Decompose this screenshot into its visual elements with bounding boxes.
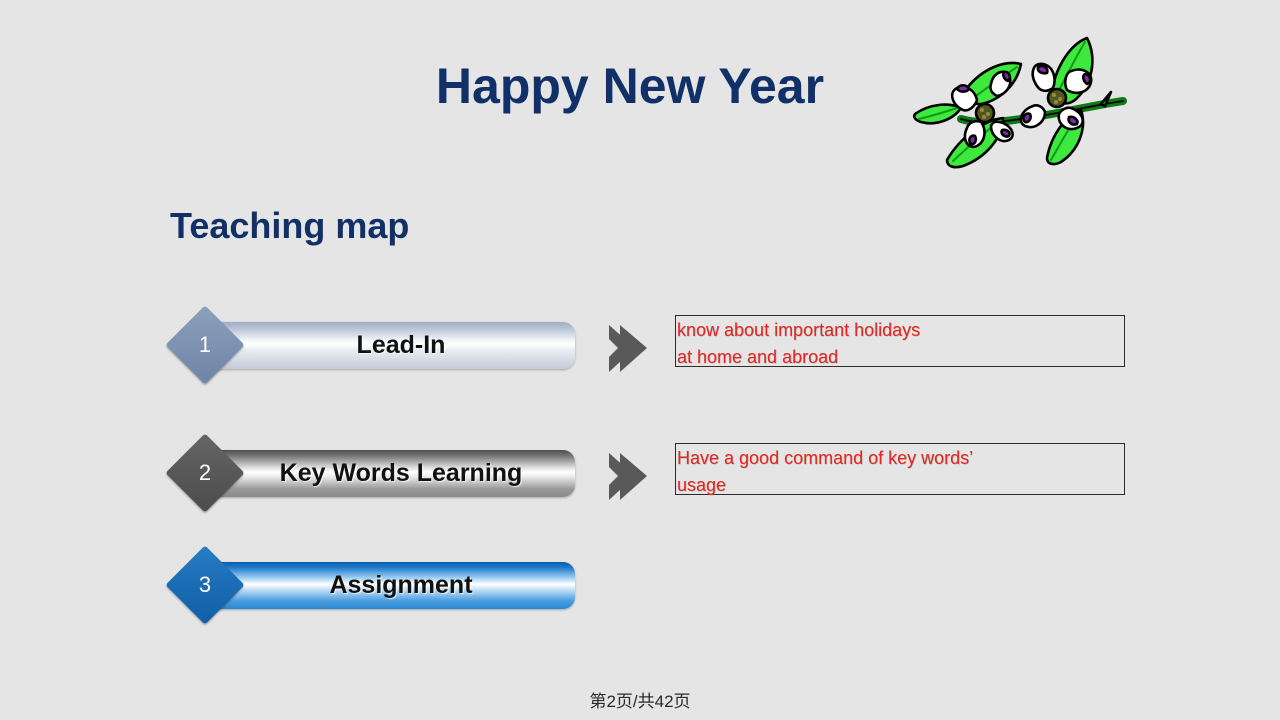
step-diamond-1[interactable]: 1 — [165, 305, 245, 385]
step-label-3: Assignment — [329, 571, 473, 599]
step-number-1: 1 — [198, 332, 212, 357]
chevron-right-icon — [605, 451, 651, 503]
callout-group-1: know about important holidays at home an… — [605, 315, 1145, 379]
step-bar-1[interactable]: Lead-In — [195, 322, 575, 369]
step-number-3: 3 — [198, 572, 212, 597]
callout-box-2: Have a good command of key words’ usage — [675, 443, 1125, 495]
step-bar-2[interactable]: Key Words Learning — [195, 450, 575, 497]
step-label-2: Key Words Learning — [279, 459, 523, 487]
step-banner-3[interactable]: Assignment 3 — [165, 545, 585, 625]
teaching-map-row: Lead-In 1 know about important holidays … — [165, 305, 1165, 385]
callout-box-1: know about important holidays at home an… — [675, 315, 1125, 367]
teaching-map-row: Assignment 3 — [165, 545, 1165, 625]
step-label-1: Lead-In — [356, 331, 446, 359]
step-diamond-3[interactable]: 3 — [165, 545, 245, 625]
step-diamond-2[interactable]: 2 — [165, 433, 245, 513]
callout-group-2: Have a good command of key words’ usage — [605, 443, 1145, 507]
section-heading: Teaching map — [170, 205, 410, 246]
step-banner-1[interactable]: Lead-In 1 — [165, 305, 585, 385]
step-banner-2[interactable]: Key Words Learning 2 — [165, 433, 585, 513]
page-indicator: 第2页/共42页 — [589, 692, 691, 711]
step-bar-3[interactable]: Assignment — [195, 562, 575, 609]
callout-text-2: Have a good command of key words’ usage — [677, 448, 974, 495]
dogwood-flower-branch-icon — [905, 18, 1145, 178]
slide-canvas: Happy New Year Teaching map Lead-In 1 kn… — [0, 0, 1280, 720]
chevron-right-icon — [605, 323, 651, 375]
callout-text-1: know about important holidays at home an… — [677, 320, 921, 367]
step-number-2: 2 — [198, 460, 212, 485]
teaching-map-row: Key Words Learning 2 Have a good command… — [165, 433, 1165, 513]
